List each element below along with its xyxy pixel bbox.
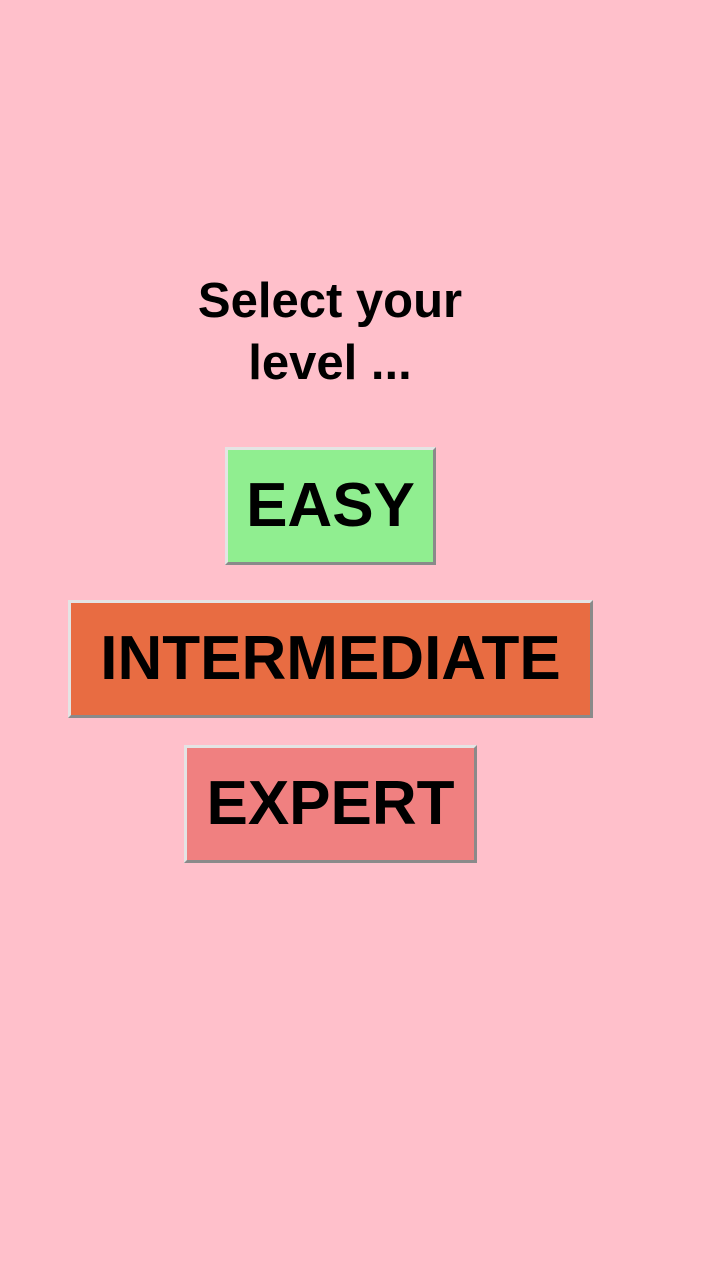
- select-level-prompt: Select your level ...: [0, 270, 660, 394]
- expert-button[interactable]: EXPERT: [184, 745, 477, 863]
- intermediate-button[interactable]: INTERMEDIATE: [68, 600, 593, 718]
- prompt-line-1: Select your: [197, 274, 463, 328]
- level-select-screen: Select your level ... EASY INTERMEDIATE …: [0, 0, 708, 1280]
- prompt-line-2: level ...: [248, 336, 412, 390]
- easy-button[interactable]: EASY: [225, 447, 436, 565]
